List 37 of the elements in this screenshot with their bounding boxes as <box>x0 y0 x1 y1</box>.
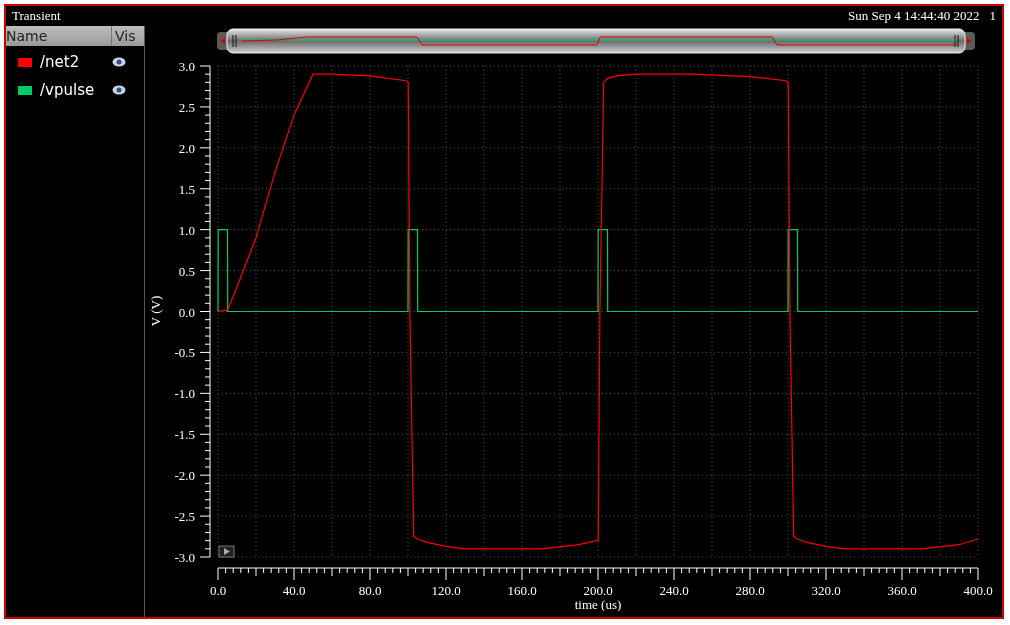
y-axis-label: V (V) <box>148 295 163 327</box>
x-axis-label: time (us) <box>574 597 622 611</box>
signal-name[interactable]: /vpulse <box>40 78 112 102</box>
window-number: 1 <box>989 7 996 26</box>
column-header[interactable]: Vis <box>112 26 144 46</box>
y-tick-label: 2.5 <box>178 99 195 115</box>
y-tick-label: -2.5 <box>174 509 195 525</box>
x-tick-label: 360.0 <box>887 583 917 598</box>
eye-icon[interactable] <box>112 85 126 95</box>
x-tick-label: 280.0 <box>735 583 765 598</box>
x-tick-label: 120.0 <box>431 583 461 598</box>
eye-icon[interactable] <box>112 57 126 67</box>
x-tick-label: 400.0 <box>963 583 993 598</box>
x-tick-label: 80.0 <box>358 583 382 598</box>
y-tick-label: -1.0 <box>174 386 195 402</box>
y-tick-label: 0.0 <box>178 304 195 320</box>
y-tick-label: 0.5 <box>178 263 195 279</box>
x-tick-label: 320.0 <box>811 583 841 598</box>
x-tick-label: 40.0 <box>282 583 306 598</box>
y-tick-label: 2.0 <box>178 140 195 156</box>
x-tick-label: 160.0 <box>507 583 537 598</box>
x-tick-label: 200.0 <box>583 583 613 598</box>
y-tick-label: 1.5 <box>178 181 195 197</box>
column-header[interactable]: Name <box>6 26 112 46</box>
y-tick-label: 3.0 <box>178 59 195 74</box>
x-tick-label: 0.0 <box>209 583 227 598</box>
timestamp: Sun Sep 4 14:44:40 2022 <box>848 7 980 26</box>
play-button[interactable] <box>218 545 235 558</box>
y-tick-label: 1.0 <box>178 222 195 238</box>
signal-name[interactable]: /net2 <box>40 50 112 74</box>
y-tick-label: -2.0 <box>174 468 195 484</box>
y-tick-label: -3.0 <box>174 550 195 565</box>
zoom-scrollbar[interactable] <box>217 28 975 54</box>
y-tick-label: -0.5 <box>174 345 195 361</box>
x-tick-label: 240.0 <box>659 583 689 598</box>
y-tick-label: -1.5 <box>174 427 195 443</box>
window-title: Transient <box>12 7 61 26</box>
